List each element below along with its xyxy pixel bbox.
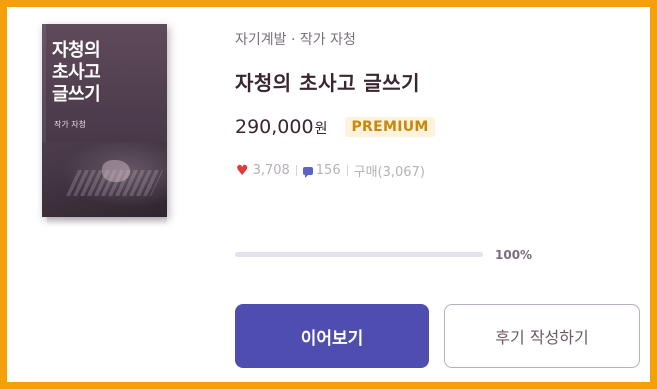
comments-count: 156 <box>315 163 341 178</box>
cover-photo <box>42 142 167 217</box>
progress-fill <box>235 252 483 257</box>
product-card: 자청의 초사고 글쓰기 작가 자청 자기계발 · 작가 자청 자청의 초사고 글… <box>0 0 657 389</box>
premium-badge: PREMIUM <box>345 116 435 137</box>
purchase-count: 구매(3,067) <box>353 165 425 180</box>
price: 290,000 <box>235 115 314 138</box>
cover-author: 작가 자청 <box>54 120 86 129</box>
progress-percent: 100% <box>495 248 533 262</box>
price-unit: 원 <box>314 121 328 137</box>
cover-shadow <box>47 217 167 225</box>
continue-reading-button[interactable]: 이어보기 <box>235 304 429 368</box>
divider <box>346 165 348 176</box>
likes-count: 3,708 <box>252 163 290 178</box>
price-row: 290,000 원 PREMIUM <box>235 115 435 138</box>
product-title[interactable]: 자청의 초사고 글쓰기 <box>235 67 420 96</box>
book-cover[interactable]: 자청의 초사고 글쓰기 작가 자청 <box>42 24 167 217</box>
hand-illustration <box>102 160 130 182</box>
heart-icon: ♥ <box>236 162 249 179</box>
comment-icon <box>302 166 313 178</box>
progress-bar <box>235 252 483 257</box>
cover-title: 자청의 초사고 글쓰기 <box>52 40 101 105</box>
category-author: 자기계발 · 작가 자청 <box>235 32 356 48</box>
stats-row: ♥ 3,708 156 구매(3,067) <box>236 161 425 181</box>
divider <box>295 165 297 176</box>
write-review-button[interactable]: 후기 작성하기 <box>444 304 640 368</box>
